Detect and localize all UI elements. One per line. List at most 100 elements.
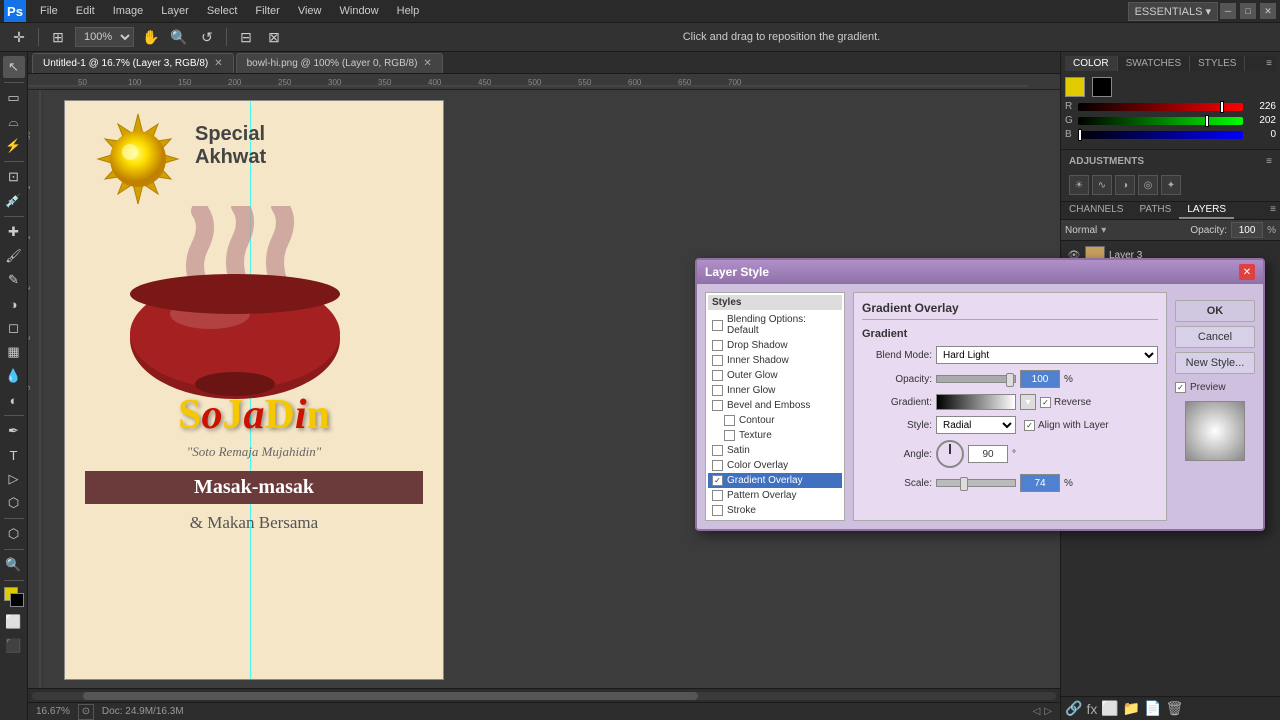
history-tool[interactable]: ◑ [3, 293, 25, 315]
rotate-icon[interactable]: ↺ [196, 26, 218, 48]
blend-mode-select[interactable]: Hard Light Normal Multiply Screen [936, 346, 1158, 364]
style-checkbox-blending[interactable] [712, 320, 723, 331]
color-panel-menu[interactable]: ≡ [1262, 56, 1276, 71]
opacity-slider-thumb[interactable] [1006, 373, 1014, 387]
scale-slider[interactable] [936, 479, 1016, 487]
menu-help[interactable]: Help [389, 3, 428, 19]
reverse-checkbox[interactable] [1040, 397, 1051, 408]
zoom-select[interactable]: 100% [75, 27, 134, 47]
g-thumb[interactable] [1205, 115, 1209, 127]
add-style-btn[interactable]: fx [1086, 701, 1097, 717]
gradient-dropdown-btn[interactable]: ▾ [1020, 394, 1036, 410]
preview-checkbox[interactable] [1175, 382, 1186, 393]
style-checkbox-contour[interactable] [724, 415, 735, 426]
marquee-tool[interactable]: ▭ [3, 87, 25, 109]
minimize-button[interactable]: ─ [1220, 3, 1236, 19]
tab-swatches[interactable]: SWATCHES [1118, 56, 1191, 71]
tab-channels[interactable]: CHANNELS [1061, 202, 1131, 219]
move-tool[interactable]: ↖ [3, 56, 25, 78]
tab-paths[interactable]: PATHS [1131, 202, 1179, 219]
style-texture[interactable]: Texture [708, 428, 842, 443]
zoom-icon[interactable]: 🔍 [168, 26, 190, 48]
style-checkbox-inner-shadow[interactable] [712, 355, 723, 366]
cancel-button[interactable]: Cancel [1175, 326, 1255, 348]
new-layer-btn[interactable]: 📄 [1144, 700, 1161, 717]
path-select-tool[interactable]: ▷ [3, 468, 25, 490]
shape-tool[interactable]: ⬡ [3, 492, 25, 514]
style-checkbox-pattern-overlay[interactable] [712, 490, 723, 501]
style-checkbox-gradient-overlay[interactable] [712, 475, 723, 486]
add-mask-btn[interactable]: ⬜ [1101, 700, 1118, 717]
menu-filter[interactable]: Filter [247, 3, 287, 19]
move-tool-icon[interactable]: ✛ [8, 26, 30, 48]
curves-adj[interactable]: ∿ [1092, 175, 1112, 195]
pen-tool[interactable]: ✒ [3, 420, 25, 442]
style-inner-shadow[interactable]: Inner Shadow [708, 353, 842, 368]
ok-button[interactable]: OK [1175, 300, 1255, 322]
dodge-tool[interactable]: ◐ [3, 389, 25, 411]
style-inner-glow[interactable]: Inner Glow [708, 383, 842, 398]
style-checkbox-inner-glow[interactable] [712, 385, 723, 396]
gradient-tool[interactable]: ▦ [3, 341, 25, 363]
style-checkbox-drop-shadow[interactable] [712, 340, 723, 351]
proof-icon[interactable]: ⊙ [78, 704, 94, 720]
zoom-tool[interactable]: 🔍 [3, 554, 25, 576]
g-slider[interactable] [1078, 117, 1243, 125]
gradient-preview[interactable] [936, 394, 1016, 410]
3d-tool[interactable]: ⬡ [3, 523, 25, 545]
style-checkbox-stroke[interactable] [712, 505, 723, 516]
scale-slider-thumb[interactable] [960, 477, 968, 491]
text-tool[interactable]: T [3, 444, 25, 466]
close-button[interactable]: ✕ [1260, 3, 1276, 19]
hand-tool-icon[interactable]: ✋ [140, 26, 162, 48]
style-pattern-overlay[interactable]: Pattern Overlay [708, 488, 842, 503]
blend-mode-arrow[interactable]: ▾ [1101, 225, 1106, 236]
menu-edit[interactable]: Edit [68, 3, 103, 19]
align-layer-checkbox[interactable] [1024, 420, 1035, 431]
angle-dial[interactable] [936, 440, 964, 468]
new-style-button[interactable]: New Style... [1175, 352, 1255, 374]
style-bevel-emboss[interactable]: Bevel and Emboss [708, 398, 842, 413]
opacity-slider[interactable] [936, 375, 1016, 383]
background-swatch[interactable] [1092, 77, 1112, 97]
angle-input[interactable] [968, 445, 1008, 463]
style-gradient-overlay[interactable]: Gradient Overlay [708, 473, 842, 488]
style-checkbox-texture[interactable] [724, 430, 735, 441]
vibrance-adj[interactable]: ✦ [1161, 175, 1181, 195]
foreground-swatch[interactable] [1065, 77, 1085, 97]
clone-tool[interactable]: ✎ [3, 269, 25, 291]
link-layers-btn[interactable]: 🔗 [1065, 700, 1082, 717]
brightness-adj[interactable]: ☀ [1069, 175, 1089, 195]
lasso-tool[interactable]: ⌓ [3, 111, 25, 133]
extras-icon[interactable]: ⊠ [263, 26, 285, 48]
menu-image[interactable]: Image [105, 3, 152, 19]
adjustments-menu[interactable]: ≡ [1266, 156, 1272, 167]
menu-view[interactable]: View [290, 3, 330, 19]
style-blending-options[interactable]: Blending Options: Default [708, 312, 842, 338]
crop-tool[interactable]: ⊡ [3, 166, 25, 188]
opacity-input-layers[interactable] [1231, 222, 1263, 238]
style-checkbox-satin[interactable] [712, 445, 723, 456]
screen-mode-tool[interactable]: ⬛ [3, 635, 25, 657]
arrange-icon[interactable]: ⊞ [47, 26, 69, 48]
style-checkbox-outer-glow[interactable] [712, 370, 723, 381]
eyedropper-tool[interactable]: 💉 [3, 190, 25, 212]
menu-window[interactable]: Window [332, 3, 387, 19]
essentials-button[interactable]: ESSENTIALS ▾ [1128, 2, 1218, 21]
b-thumb[interactable] [1078, 129, 1082, 141]
maximize-button[interactable]: □ [1240, 3, 1256, 19]
tab-bowl[interactable]: bowl-hi.png @ 100% (Layer 0, RGB/8) ✕ [236, 53, 443, 73]
tab-untitled-close[interactable]: ✕ [214, 58, 222, 69]
style-outer-glow[interactable]: Outer Glow [708, 368, 842, 383]
style-color-overlay[interactable]: Color Overlay [708, 458, 842, 473]
style-contour[interactable]: Contour [708, 413, 842, 428]
delete-layer-btn[interactable]: 🗑 [1166, 700, 1184, 717]
style-stroke[interactable]: Stroke [708, 503, 842, 518]
menu-select[interactable]: Select [199, 3, 246, 19]
style-drop-shadow[interactable]: Drop Shadow [708, 338, 842, 353]
style-checkbox-bevel-emboss[interactable] [712, 400, 723, 411]
quick-mask-tool[interactable]: ⬜ [3, 611, 25, 633]
horizontal-scrollbar[interactable] [28, 688, 1060, 702]
style-satin[interactable]: Satin [708, 443, 842, 458]
layout-icon[interactable]: ⊟ [235, 26, 257, 48]
